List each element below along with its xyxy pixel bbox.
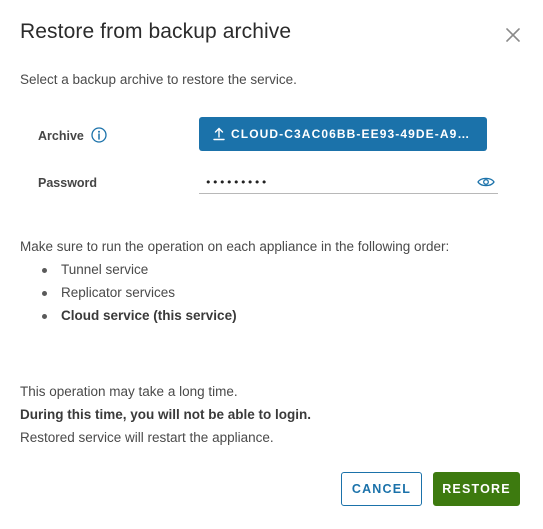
restore-dialog: Restore from backup archive Select a bac… <box>0 0 543 529</box>
archive-label: Archive <box>38 129 84 143</box>
list-item: Tunnel service <box>20 260 237 283</box>
archive-button-label: CLOUD-C3AC06BB-EE93-49DE-A9… <box>231 127 471 141</box>
note-restart: Restored service will restart the applia… <box>20 430 274 445</box>
dialog-intro: Select a backup archive to restore the s… <box>20 72 297 87</box>
order-instructions: Make sure to run the operation on each a… <box>20 239 450 254</box>
eye-icon[interactable] <box>477 176 495 188</box>
list-item: Cloud service (this service) <box>20 306 237 329</box>
upload-icon <box>213 127 225 141</box>
password-input[interactable] <box>199 172 465 192</box>
dialog-title: Restore from backup archive <box>20 20 292 43</box>
cancel-button[interactable]: CANCEL <box>341 472 422 506</box>
close-icon[interactable] <box>504 26 522 44</box>
note-duration: This operation may take a long time. <box>20 384 238 399</box>
restore-button[interactable]: RESTORE <box>433 472 520 506</box>
list-item: Replicator services <box>20 283 237 306</box>
archive-select-button[interactable]: CLOUD-C3AC06BB-EE93-49DE-A9… <box>199 117 487 151</box>
password-label: Password <box>38 176 98 190</box>
password-field <box>199 172 498 194</box>
order-list: Tunnel service Replicator services Cloud… <box>20 260 237 329</box>
note-login-warning: During this time, you will not be able t… <box>20 407 312 422</box>
info-icon[interactable] <box>91 127 107 143</box>
